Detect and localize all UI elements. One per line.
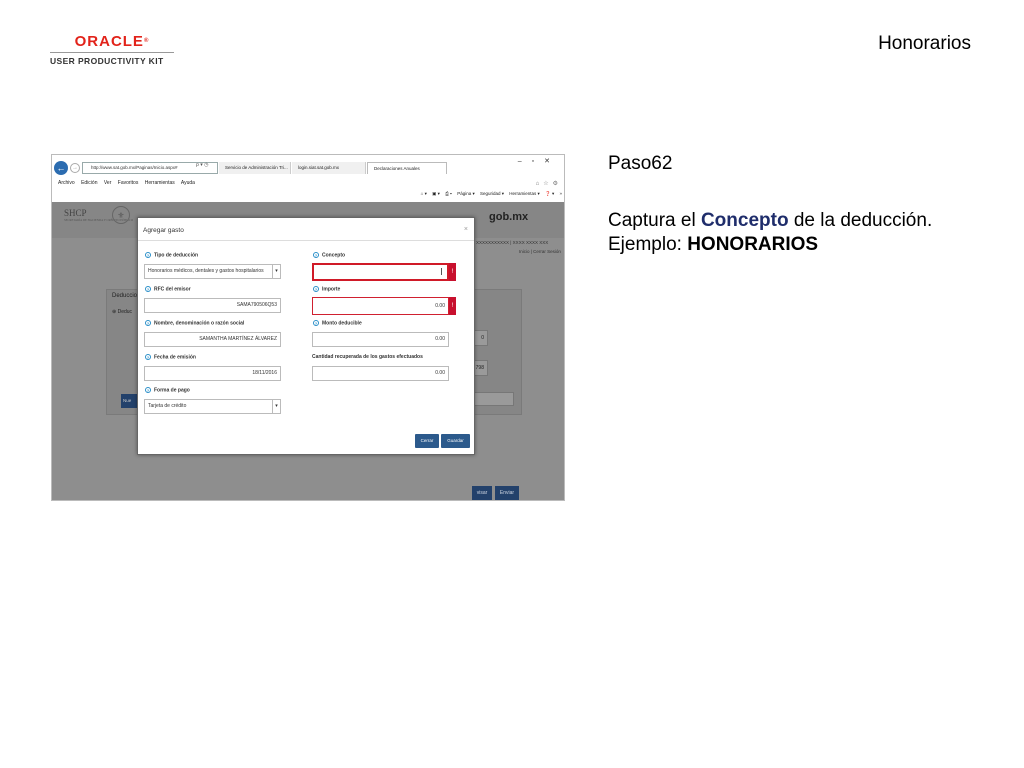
- application-screenshot: ← → http://www.sat.gob.mx/Paginas/Inicio…: [51, 154, 565, 501]
- back-arrow-icon[interactable]: ←: [54, 161, 68, 175]
- chevron-down-icon: ▾: [272, 265, 280, 278]
- forward-arrow-icon[interactable]: →: [70, 163, 80, 173]
- session-links[interactable]: Inicio | Cerrar Sesión: [519, 249, 561, 254]
- importe-field[interactable]: 0.00: [312, 297, 449, 315]
- step-number: Paso62: [608, 153, 673, 174]
- label-rfc-emisor: ? RFC del emisor: [145, 286, 191, 293]
- chevron-down-icon: ▾: [272, 400, 280, 413]
- feeds-dropdown-icon[interactable]: ▣ ▾: [432, 191, 440, 196]
- dialog-divider: [138, 240, 474, 241]
- address-tools-icon[interactable]: ρ ▾ ◷: [196, 162, 209, 168]
- browser-chrome: ← → http://www.sat.gob.mx/Paginas/Inicio…: [52, 155, 564, 202]
- instructions: Paso62 Captura el Concepto de la deducci…: [608, 152, 1008, 257]
- text-cursor: [441, 268, 442, 275]
- logo-brand: ORACLE®: [74, 33, 150, 50]
- nombre-field[interactable]: SAMANTHA MARTÍNEZ ÁLVAREZ: [144, 332, 281, 347]
- menu-favoritos[interactable]: Favoritos: [118, 180, 139, 186]
- label-nombre: ? Nombre, denominación o razón social: [145, 320, 245, 327]
- user-rfc-line: XXXXXXXXXXX | XXXX XXXX XXX: [476, 240, 549, 245]
- instruction-line-1: Captura el Concepto de la deducción.: [608, 210, 933, 231]
- label-concepto: ? Concepto: [313, 252, 346, 259]
- toolbar-seguridad[interactable]: Seguridad ▾: [480, 191, 504, 196]
- fecha-emision-field[interactable]: 18/11/2016: [144, 366, 281, 381]
- help-dropdown-icon[interactable]: ❓ ▾: [545, 191, 554, 196]
- cerrar-button[interactable]: Cerrar: [415, 434, 439, 448]
- enviar-button[interactable]: Enviar: [495, 486, 519, 500]
- toolbar-herramientas[interactable]: Herramientas ▾: [509, 191, 540, 196]
- help-icon[interactable]: ?: [313, 320, 319, 326]
- help-icon[interactable]: ?: [313, 286, 319, 292]
- label-fecha-emision: ? Fecha de emisión: [145, 354, 196, 361]
- dialog-title: Agregar gasto: [143, 227, 184, 234]
- browser-nav-row: ← → http://www.sat.gob.mx/Paginas/Inicio…: [52, 158, 564, 177]
- panel-title: Deduccio: [112, 293, 138, 299]
- help-icon[interactable]: ?: [145, 252, 151, 258]
- concepto-field[interactable]: [312, 263, 449, 281]
- menu-ver[interactable]: Ver: [104, 180, 112, 186]
- menu-herramientas[interactable]: Herramientas: [145, 180, 175, 186]
- label-cantidad-recuperada: Cantidad recuperada de los gastos efectu…: [312, 354, 423, 360]
- browser-tab-login[interactable]: login.siat.sat.gob.mx: [292, 162, 366, 174]
- browser-tab-sat[interactable]: Servicio de Administración Tri...: [219, 162, 291, 174]
- rfc-emisor-field[interactable]: SAMA790506Q53: [144, 298, 281, 313]
- forma-pago-select[interactable]: Tarjeta de crédito ▾: [144, 399, 281, 414]
- logo-rule: [50, 52, 174, 53]
- label-importe: ? Importe: [313, 286, 341, 293]
- help-icon[interactable]: ?: [313, 252, 319, 258]
- label-forma-pago: ? Forma de pago: [145, 387, 190, 394]
- instruction-example: HONORARIOS: [687, 234, 819, 255]
- label-monto-deducible: ? Monto deducible: [313, 320, 362, 327]
- menu-archivo[interactable]: Archivo: [58, 180, 75, 186]
- panel-field-3: [472, 392, 514, 406]
- print-dropdown-icon[interactable]: ⎙ ▾: [445, 191, 452, 196]
- seal-icon: ⚜: [112, 206, 130, 224]
- help-icon[interactable]: ?: [145, 387, 151, 393]
- help-icon[interactable]: ?: [145, 320, 151, 326]
- page-title: Honorarios: [878, 33, 971, 54]
- add-expense-dialog: Agregar gasto × ? Tipo de deducción Honor…: [137, 217, 475, 455]
- concepto-error-icon: !: [449, 263, 456, 281]
- menu-edicion[interactable]: Edición: [81, 180, 97, 186]
- panel-subsection: ⊕ Deduc: [112, 309, 133, 315]
- browser-command-bar: ⌂ ▾ ▣ ▾ ⎙ ▾ Página ▾ Seguridad ▾ Herrami…: [417, 191, 562, 197]
- logo-tagline: USER PRODUCTIVITY KIT: [50, 56, 164, 66]
- close-icon[interactable]: ×: [464, 226, 468, 233]
- instruction-field-name: Concepto: [700, 210, 789, 231]
- toolbar-more-icon[interactable]: »: [559, 191, 562, 196]
- revisar-button[interactable]: visar: [472, 486, 492, 500]
- home-dropdown-icon[interactable]: ⌂ ▾: [421, 191, 427, 196]
- window-controls[interactable]: –▫✕: [518, 157, 560, 165]
- monto-deducible-field[interactable]: 0.00: [312, 332, 449, 347]
- importe-error-icon: !: [449, 297, 456, 315]
- oracle-upk-logo: ORACLE® USER PRODUCTIVITY KIT: [50, 34, 174, 66]
- browser-tab-declaraciones[interactable]: Declaraciones Anuales: [367, 162, 447, 174]
- tipo-deduccion-select[interactable]: Honorarios médicos, dentales y gastos ho…: [144, 264, 281, 279]
- guardar-button[interactable]: Guardar: [441, 434, 470, 448]
- browser-menu-bar: Archivo Edición Ver Favoritos Herramient…: [58, 180, 200, 186]
- help-icon[interactable]: ?: [145, 354, 151, 360]
- home-star-gear-icon[interactable]: ⌂☆⚙: [536, 180, 562, 187]
- cantidad-recuperada-field[interactable]: 0.00: [312, 366, 449, 381]
- help-icon[interactable]: ?: [145, 286, 151, 292]
- instruction-line-2: Ejemplo: HONORARIOS: [608, 234, 819, 255]
- toolbar-pagina[interactable]: Página ▾: [457, 191, 475, 196]
- menu-ayuda[interactable]: Ayuda: [181, 180, 195, 186]
- gob-mx-logo: gob.mx: [489, 211, 529, 223]
- label-tipo-deduccion: ? Tipo de deducción: [145, 252, 199, 259]
